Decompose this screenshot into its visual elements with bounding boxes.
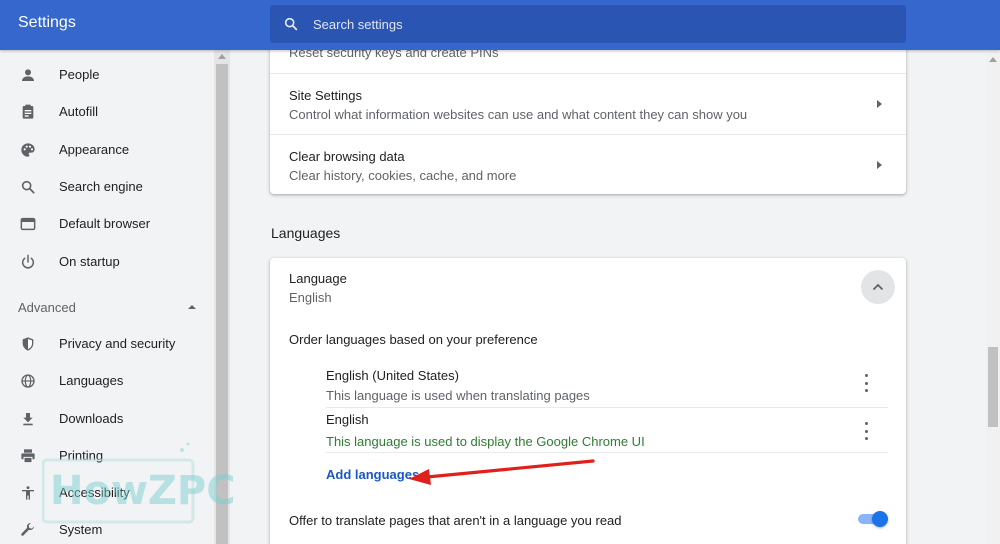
sidebar-item-label: Search engine	[59, 179, 143, 194]
more-actions-icon[interactable]	[858, 374, 874, 392]
language-desc: This language is used when translating p…	[326, 388, 590, 403]
sidebar-item-appearance[interactable]: Appearance	[0, 131, 212, 168]
sidebar-item-label: System	[59, 522, 103, 537]
order-languages-label: Order languages based on your preference	[289, 332, 538, 347]
browser-window-icon	[19, 215, 37, 233]
sidebar-item-label: Accessibility	[59, 485, 130, 500]
language-desc: This language is used to display the Goo…	[326, 434, 645, 449]
arrow-head	[409, 469, 431, 485]
sidebar-item-label: Printing	[59, 448, 104, 463]
advanced-section-toggle[interactable]: Advanced	[18, 297, 198, 317]
clear-browsing-data-row[interactable]: Clear browsing data Clear history, cooki…	[270, 134, 906, 194]
offer-translate-label: Offer to translate pages that aren't in …	[289, 513, 622, 528]
scroll-up-arrow-icon[interactable]	[218, 54, 226, 59]
search-icon	[284, 17, 298, 31]
sidebar-item-accessibility[interactable]: Accessibility	[0, 474, 212, 511]
sidebar-item-printing[interactable]: Printing	[0, 437, 212, 474]
wrench-icon	[19, 521, 37, 539]
sidebar-item-label: On startup	[59, 254, 120, 269]
search-box[interactable]: Search settings	[270, 5, 906, 43]
shield-icon	[19, 335, 37, 353]
language-name: English	[326, 412, 369, 427]
globe-icon	[19, 372, 37, 390]
language-value: English	[289, 290, 332, 305]
sidebar-item-label: Autofill	[59, 104, 99, 119]
red-arrow-annotation	[409, 459, 595, 485]
toggle-knob	[872, 511, 888, 527]
sidebar-item-downloads[interactable]: Downloads	[0, 400, 212, 437]
app-title: Settings	[18, 14, 76, 31]
sidebar-item-label: Appearance	[59, 142, 130, 157]
row-subtitle: Clear history, cookies, cache, and more	[289, 168, 517, 183]
sidebar-item-system[interactable]: System	[0, 511, 212, 544]
accessibility-icon	[19, 484, 37, 502]
sidebar-scroll-thumb[interactable]	[216, 64, 228, 544]
sidebar-item-people[interactable]: People	[0, 56, 212, 93]
sidebar-item-languages[interactable]: Languages	[0, 362, 212, 399]
language-name: English (United States)	[326, 368, 459, 383]
download-icon	[19, 410, 37, 428]
chevron-right-icon	[877, 100, 882, 108]
sidebar-item-default-browser[interactable]: Default browser	[0, 205, 212, 242]
sidebar-item-label: People	[59, 67, 100, 82]
sidebar-item-label: Privacy and security	[59, 336, 176, 351]
scroll-up-arrow-icon[interactable]	[989, 57, 997, 62]
search-placeholder[interactable]: Search settings	[313, 17, 403, 32]
chevron-up-icon	[872, 283, 884, 291]
collapse-language-button[interactable]	[861, 270, 895, 304]
row-title: Clear browsing data	[289, 149, 405, 164]
sidebar-item-label: Languages	[59, 373, 124, 388]
sidebar-item-label: Default browser	[59, 216, 151, 231]
sidebar: People Autofill Appearance Search engine…	[0, 50, 230, 544]
sidebar-item-on-startup[interactable]: On startup	[0, 243, 212, 280]
power-icon	[19, 253, 37, 271]
main-scrollbar[interactable]	[986, 50, 1000, 544]
row-title: Site Settings	[289, 88, 362, 103]
sidebar-item-autofill[interactable]: Autofill	[0, 93, 212, 130]
search-icon	[19, 178, 37, 196]
sidebar-item-search-engine[interactable]: Search engine	[0, 168, 212, 205]
printer-icon	[19, 447, 37, 465]
person-icon	[19, 66, 37, 84]
languages-section-heading: Languages	[271, 225, 341, 241]
offer-translate-toggle[interactable]	[858, 511, 888, 527]
languages-card: Language English Order languages based o…	[270, 258, 906, 544]
sidebar-item-label: Downloads	[59, 411, 124, 426]
clipboard-icon	[19, 103, 37, 121]
main-scroll-thumb[interactable]	[988, 347, 998, 427]
palette-icon	[19, 141, 37, 159]
arrow-shaft	[425, 459, 595, 479]
caret-up-icon	[188, 305, 196, 309]
top-bar: Settings Search settings	[0, 0, 1000, 50]
language-label: Language	[289, 271, 347, 286]
divider	[326, 407, 888, 408]
more-actions-icon[interactable]	[858, 422, 874, 440]
chevron-right-icon	[877, 161, 882, 169]
row-subtitle: Control what information websites can us…	[289, 107, 748, 122]
privacy-card: Reset security keys and create PINs Site…	[270, 38, 906, 194]
site-settings-row[interactable]: Site Settings Control what information w…	[270, 73, 906, 134]
sidebar-item-privacy[interactable]: Privacy and security	[0, 325, 212, 362]
advanced-label: Advanced	[18, 299, 76, 315]
